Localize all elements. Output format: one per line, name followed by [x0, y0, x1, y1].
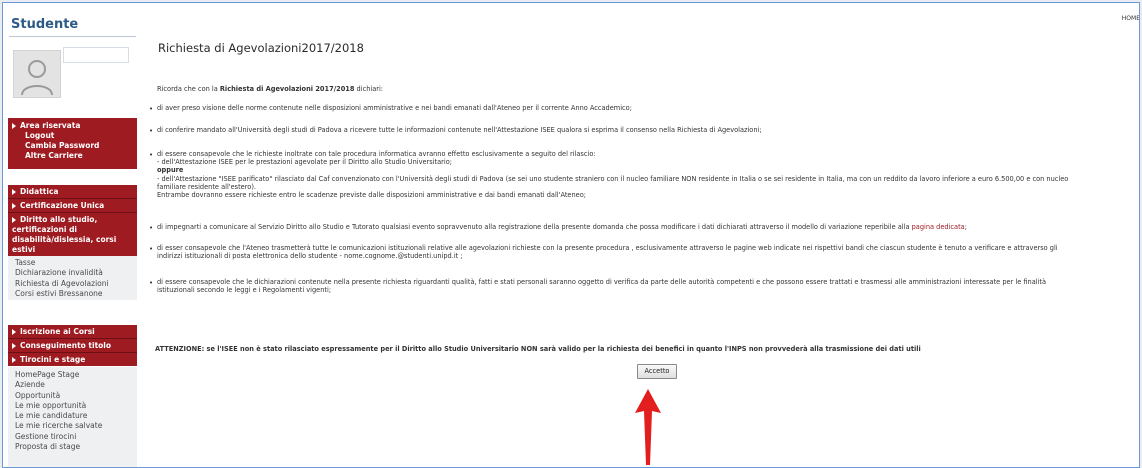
submenu-richiesta-agevolazioni[interactable]: Richiesta di Agevolazioni [8, 279, 137, 289]
sidebar-divider [9, 36, 136, 37]
pagina-dedicata-link[interactable]: pagina dedicata [912, 223, 965, 231]
bullet-icon: • [149, 279, 154, 287]
bullet-icon: • [149, 105, 154, 113]
submenu-ricerche-salvate[interactable]: Le mie ricerche salvate [8, 421, 137, 431]
bullet-icon: • [149, 245, 154, 253]
submenu-dichiarazione-invalidita[interactable]: Dichiarazione invalidità [8, 268, 137, 278]
submenu-mie-opportunita[interactable]: Le mie opportunità [8, 401, 137, 411]
home-link[interactable]: HOME [1122, 15, 1139, 22]
main-content: HOME Richiesta di Agevolazioni2017/2018 … [146, 3, 1139, 467]
arrow-right-icon [12, 329, 16, 335]
diritto-submenu: Tasse Dichiarazione invalidità Richiesta… [8, 256, 137, 300]
arrow-right-icon [12, 217, 16, 223]
submenu-opportunita[interactable]: Opportunità [8, 391, 137, 401]
other-careers-link[interactable]: Altre Carriere [8, 151, 137, 161]
sidebar-title: Studente [11, 17, 79, 32]
arrow-right-icon [12, 189, 16, 195]
bullet-icon: • [149, 151, 154, 159]
submenu-gestione-tirocini[interactable]: Gestione tirocini [8, 432, 137, 442]
bullet-icon: • [149, 224, 154, 232]
logout-link[interactable]: Logout [8, 131, 137, 141]
intro-text: Ricorda che con la Richiesta di Agevolaz… [157, 85, 384, 93]
bullet-icon: • [149, 127, 154, 135]
avatar [13, 50, 61, 98]
arrow-right-icon [12, 357, 16, 363]
page-frame: Studente Area riservata Logout Cambia Pa… [2, 2, 1140, 468]
submenu-proposta-stage[interactable]: Proposta di stage [8, 442, 137, 452]
menu-certificazione-unica[interactable]: Certificazione Unica [8, 199, 137, 212]
student-name-box [63, 47, 129, 63]
change-password-link[interactable]: Cambia Password [8, 141, 137, 151]
area-riservata-header[interactable]: Area riservata [8, 121, 137, 131]
red-arrow-icon [635, 389, 661, 465]
menu-iscrizione-corsi[interactable]: Iscrizione ai Corsi [8, 325, 137, 338]
submenu-homepage-stage[interactable]: HomePage Stage [8, 370, 137, 380]
submenu-tasse[interactable]: Tasse [8, 258, 137, 268]
page-title: Richiesta di Agevolazioni2017/2018 [158, 41, 364, 55]
menu-tirocini-stage[interactable]: Tirocini e stage [8, 353, 137, 366]
arrow-right-icon [12, 123, 16, 129]
tirocini-submenu: HomePage Stage Aziende Opportunità Le mi… [8, 367, 137, 467]
accept-button[interactable]: Accetto [637, 364, 677, 379]
menu-conseguimento-titolo[interactable]: Conseguimento titolo [8, 339, 137, 352]
attention-notice: ATTENZIONE: se l'ISEE non è stato rilasc… [155, 345, 921, 353]
sidebar: Studente Area riservata Logout Cambia Pa… [6, 8, 137, 467]
area-riservata-menu: Area riservata Logout Cambia Password Al… [8, 118, 137, 169]
menu-didattica[interactable]: Didattica [8, 185, 137, 198]
user-silhouette-icon [21, 60, 53, 96]
submenu-aziende[interactable]: Aziende [8, 380, 137, 390]
menu-diritto-allo-studio[interactable]: Diritto allo studio, certificazioni di d… [8, 213, 137, 256]
arrow-right-icon [12, 203, 16, 209]
arrow-right-icon [12, 343, 16, 349]
submenu-corsi-estivi[interactable]: Corsi estivi Bressanone [8, 289, 137, 299]
submenu-mie-candidature[interactable]: Le mie candidature [8, 411, 137, 421]
